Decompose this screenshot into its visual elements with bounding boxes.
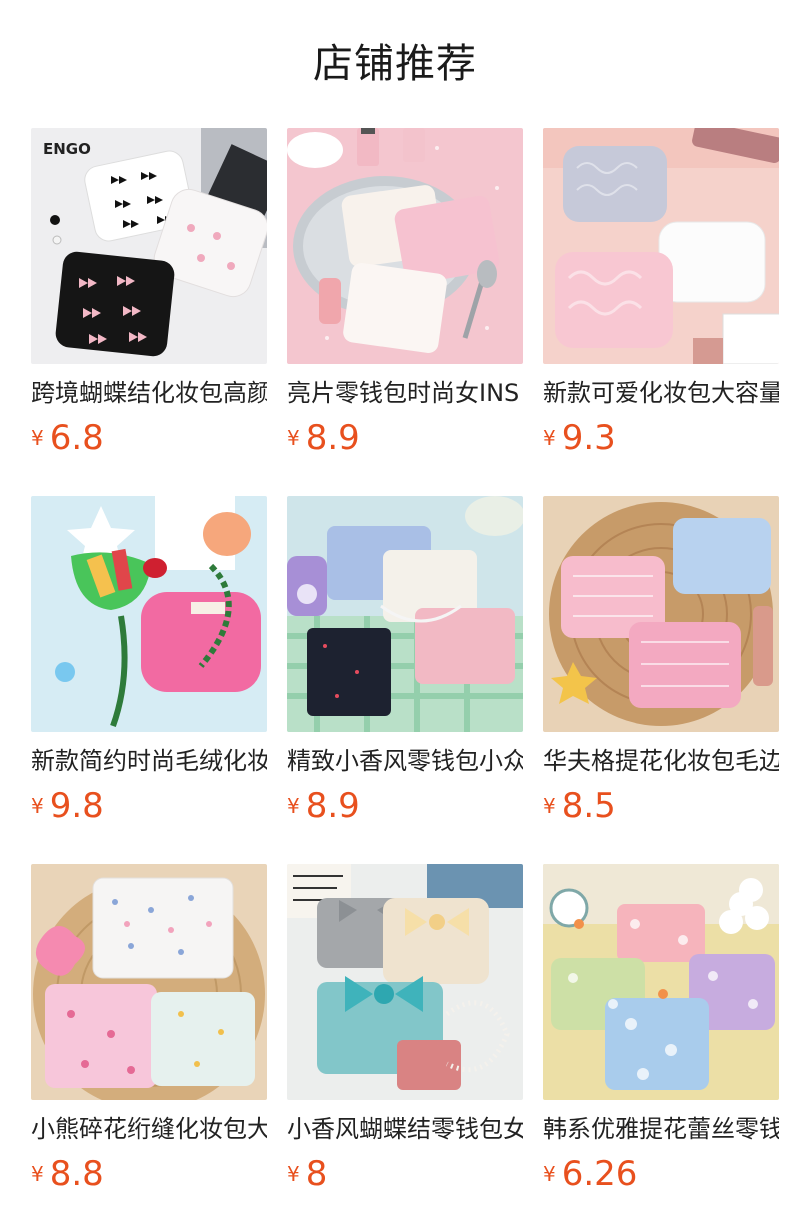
tweed-coin-purse-photo-icon <box>287 496 523 732</box>
product-card[interactable]: ENGO 跨境蝴蝶结化妆包高颜值 ¥6.8 <box>31 128 267 468</box>
product-name[interactable]: 新款简约时尚毛绒化妆包 <box>31 745 267 777</box>
product-card[interactable]: 小熊碎花绗缝化妆包大 ¥8.8 <box>31 864 267 1204</box>
currency-symbol: ¥ <box>287 794 300 818</box>
price-value: 8.9 <box>305 418 360 458</box>
product-name[interactable]: 新款可爱化妆包大容量 <box>543 377 779 409</box>
product-image[interactable] <box>543 496 779 732</box>
lace-jacquard-coin-purse-photo-icon <box>543 864 779 1100</box>
price-value: 8 <box>305 1154 328 1194</box>
bow-pattern-pouch-photo-icon: ENGO <box>31 128 267 364</box>
product-price: ¥6.26 <box>543 1152 637 1196</box>
heart-quilted-pouch-photo-icon <box>543 128 779 364</box>
currency-symbol: ¥ <box>543 1162 556 1186</box>
currency-symbol: ¥ <box>31 426 44 450</box>
product-image[interactable]: ENGO <box>31 128 267 364</box>
product-name[interactable]: 韩系优雅提花蕾丝零钱包 <box>543 1113 779 1145</box>
product-price: ¥9.8 <box>31 784 104 828</box>
product-price: ¥8.8 <box>31 1152 104 1196</box>
product-price: ¥8 <box>287 1152 327 1196</box>
price-value: 9.3 <box>561 418 616 458</box>
currency-symbol: ¥ <box>543 794 556 818</box>
floral-quilted-pouch-photo-icon <box>31 864 267 1100</box>
waffle-jacquard-pouch-photo-icon <box>543 496 779 732</box>
product-image[interactable] <box>287 496 523 732</box>
product-name[interactable]: 精致小香风零钱包小众 <box>287 745 523 777</box>
price-value: 6.8 <box>49 418 104 458</box>
currency-symbol: ¥ <box>31 1162 44 1186</box>
product-card[interactable]: 亮片零钱包时尚女INS ¥8.9 <box>287 128 523 468</box>
svg-text:ENGO: ENGO <box>43 140 91 158</box>
currency-symbol: ¥ <box>543 426 556 450</box>
currency-symbol: ¥ <box>287 1162 300 1186</box>
product-price: ¥8.9 <box>287 416 360 460</box>
currency-symbol: ¥ <box>31 794 44 818</box>
product-price: ¥6.8 <box>31 416 104 460</box>
product-image[interactable] <box>543 128 779 364</box>
sequin-coin-purse-photo-icon <box>287 128 523 364</box>
product-image[interactable] <box>31 864 267 1100</box>
price-value: 8.9 <box>305 786 360 826</box>
product-card[interactable]: 小香风蝴蝶结零钱包女 ¥8 <box>287 864 523 1204</box>
product-price: ¥8.9 <box>287 784 360 828</box>
product-price: ¥8.5 <box>543 784 616 828</box>
product-card[interactable]: 华夫格提花化妆包毛边 ¥8.5 <box>543 496 779 836</box>
product-name[interactable]: 华夫格提花化妆包毛边 <box>543 745 779 777</box>
product-card[interactable]: 新款可爱化妆包大容量 ¥9.3 <box>543 128 779 468</box>
product-name[interactable]: 小香风蝴蝶结零钱包女 <box>287 1113 523 1145</box>
product-image[interactable] <box>287 128 523 364</box>
price-value: 6.26 <box>561 1154 638 1194</box>
product-card[interactable]: 精致小香风零钱包小众 ¥8.9 <box>287 496 523 836</box>
product-image[interactable] <box>31 496 267 732</box>
price-value: 8.8 <box>49 1154 104 1194</box>
product-image[interactable] <box>543 864 779 1100</box>
product-name[interactable]: 小熊碎花绗缝化妆包大 <box>31 1113 267 1145</box>
plush-pouch-photo-icon <box>31 496 267 732</box>
product-image[interactable] <box>287 864 523 1100</box>
currency-symbol: ¥ <box>287 426 300 450</box>
product-name[interactable]: 亮片零钱包时尚女INS <box>287 377 523 409</box>
price-value: 8.5 <box>561 786 616 826</box>
section-title: 店铺推荐 <box>313 41 477 87</box>
product-card[interactable]: 韩系优雅提花蕾丝零钱包 ¥6.26 <box>543 864 779 1204</box>
product-card[interactable]: 新款简约时尚毛绒化妆包 ¥9.8 <box>31 496 267 836</box>
bow-tweed-coin-purse-photo-icon <box>287 864 523 1100</box>
price-value: 9.8 <box>49 786 104 826</box>
product-price: ¥9.3 <box>543 416 616 460</box>
product-name[interactable]: 跨境蝴蝶结化妆包高颜值 <box>31 377 267 409</box>
